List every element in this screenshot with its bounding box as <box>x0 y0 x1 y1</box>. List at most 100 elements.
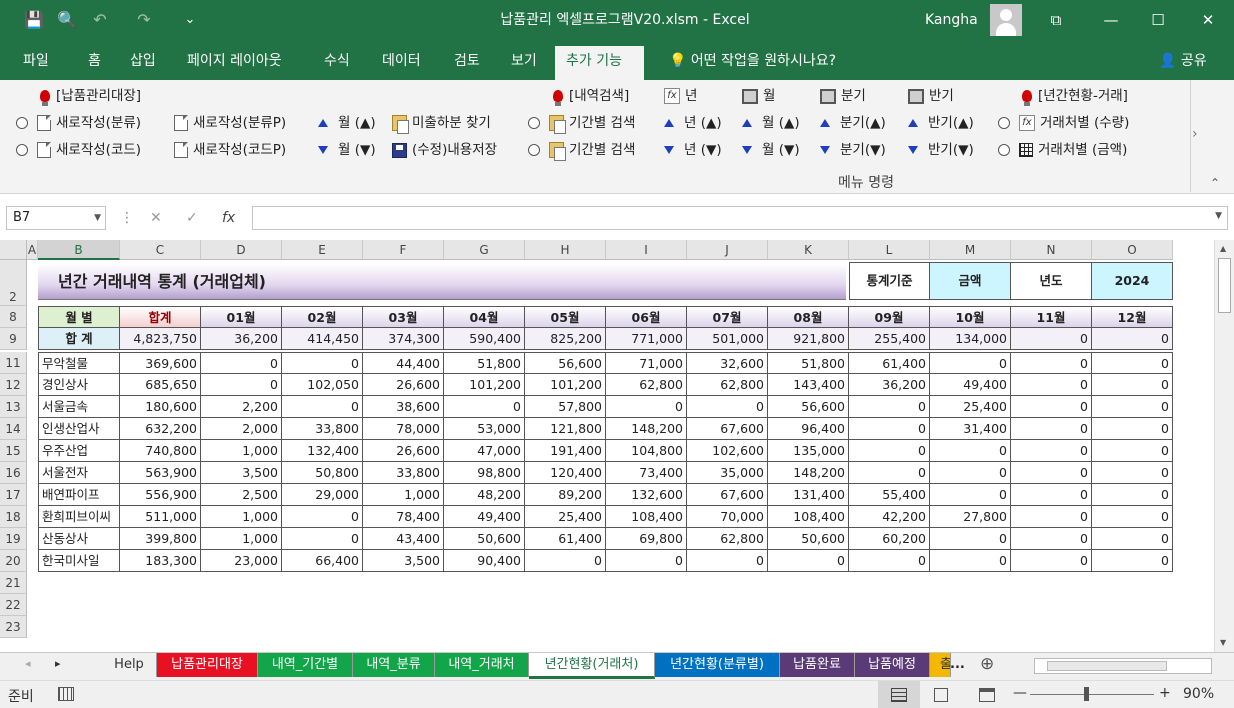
insert-function-icon[interactable]: fx <box>222 206 235 230</box>
vendor-month-value[interactable]: 25,400 <box>525 506 606 528</box>
vendor-month-value[interactable]: 70,000 <box>687 506 768 528</box>
vendor-month-value[interactable]: 0 <box>1011 506 1092 528</box>
save-edits-button[interactable]: (수정)내용저장 <box>392 139 497 161</box>
vendor-month-value[interactable]: 49,400 <box>930 374 1011 396</box>
vendor-month-value[interactable]: 23,000 <box>201 550 282 572</box>
vendor-month-value[interactable]: 101,200 <box>444 374 525 396</box>
chevron-down-icon[interactable]: ▼ <box>94 207 101 229</box>
half-button[interactable]: 반기 <box>908 85 954 107</box>
radio-icon[interactable] <box>998 117 1010 129</box>
column-header-a[interactable]: A <box>27 240 38 260</box>
vendor-month-value[interactable]: 55,400 <box>849 484 930 506</box>
tab-formulas[interactable]: 수식 <box>313 46 361 80</box>
vendor-month-value[interactable]: 0 <box>1011 484 1092 506</box>
vendor-month-value[interactable]: 44,400 <box>363 352 444 374</box>
vendor-month-value[interactable]: 89,200 <box>525 484 606 506</box>
vendor-month-value[interactable]: 25,400 <box>930 396 1011 418</box>
month-down-button-2[interactable]: 월 (▼) <box>742 139 800 161</box>
vendor-name[interactable]: 서울금속 <box>38 396 120 418</box>
column-header-g[interactable]: G <box>444 240 525 260</box>
vendor-month-value[interactable]: 27,800 <box>930 506 1011 528</box>
vendor-month-value[interactable]: 0 <box>849 550 930 572</box>
vendor-month-value[interactable]: 1,000 <box>201 440 282 462</box>
vendor-month-value[interactable]: 29,000 <box>282 484 363 506</box>
row-header-15[interactable]: 15 <box>0 440 27 462</box>
by-vendor-amount-button[interactable]: 거래처별 (금액) <box>998 139 1127 161</box>
undo-icon[interactable]: ↶ <box>88 8 112 32</box>
vendor-month-value[interactable]: 0 <box>282 396 363 418</box>
period-search-button-2[interactable]: 기간별 검색 <box>528 139 635 161</box>
row-header-8[interactable]: 8 <box>0 306 27 328</box>
column-header-h[interactable]: H <box>525 240 606 260</box>
tab-data[interactable]: 데이터 <box>371 46 432 80</box>
new-category-p-button[interactable]: 새로작성(분류P) <box>174 112 286 134</box>
radio-icon[interactable] <box>16 117 28 129</box>
user-name[interactable]: Kangha <box>925 0 978 40</box>
vendor-total[interactable]: 511,000 <box>120 506 201 528</box>
month-down-button[interactable]: 월 (▼) <box>318 139 376 161</box>
customize-qat-icon[interactable]: ⌄ <box>178 8 202 32</box>
radio-icon[interactable] <box>528 117 540 129</box>
vendor-month-value[interactable]: 108,400 <box>768 506 849 528</box>
vendor-month-value[interactable]: 90,400 <box>444 550 525 572</box>
vendor-month-value[interactable]: 73,400 <box>606 462 687 484</box>
vendor-month-value[interactable]: 148,200 <box>606 418 687 440</box>
tab-file[interactable]: 파일 <box>12 46 60 80</box>
vendor-month-value[interactable]: 0 <box>1092 396 1173 418</box>
share-button[interactable]: 👤 공유 <box>1148 46 1218 80</box>
month-up-button-2[interactable]: 월 (▲) <box>742 112 800 134</box>
vendor-month-value[interactable]: 98,800 <box>444 462 525 484</box>
vendor-total[interactable]: 369,600 <box>120 352 201 374</box>
vendor-month-value[interactable]: 101,200 <box>525 374 606 396</box>
sheet-tab[interactable]: 납품예정 <box>855 653 930 677</box>
vendor-month-value[interactable]: 0 <box>687 396 768 418</box>
vendor-month-value[interactable]: 33,800 <box>363 462 444 484</box>
row-header-23[interactable]: 23 <box>0 616 27 638</box>
zoom-out-button[interactable]: — <box>1013 685 1027 701</box>
vendor-name[interactable]: 환희피브이씨 <box>38 506 120 528</box>
radio-icon[interactable] <box>16 144 28 156</box>
delivery-ledger-header[interactable]: [납품관리대장] <box>40 85 141 107</box>
select-all-corner[interactable] <box>0 240 27 260</box>
vendor-month-value[interactable]: 0 <box>849 462 930 484</box>
tab-page-layout[interactable]: 페이지 레이아웃 <box>176 46 293 80</box>
vendor-month-value[interactable]: 102,600 <box>687 440 768 462</box>
column-header-e[interactable]: E <box>282 240 363 260</box>
vendor-month-value[interactable]: 108,400 <box>606 506 687 528</box>
quarter-up-button[interactable]: 분기(▲) <box>820 112 886 134</box>
row-header-18[interactable]: 18 <box>0 506 27 528</box>
column-header-l[interactable]: L <box>849 240 930 260</box>
avatar[interactable] <box>990 4 1022 36</box>
vendor-month-value[interactable]: 50,800 <box>282 462 363 484</box>
minimize-button[interactable]: — <box>1088 0 1134 40</box>
vendor-month-value[interactable]: 2,200 <box>201 396 282 418</box>
vendor-month-value[interactable]: 32,600 <box>687 352 768 374</box>
zoom-slider-thumb[interactable] <box>1084 687 1089 701</box>
vendor-month-value[interactable]: 0 <box>1011 462 1092 484</box>
vendor-month-value[interactable]: 0 <box>849 418 930 440</box>
row-header-21[interactable]: 21 <box>0 572 27 594</box>
quarter-down-button[interactable]: 분기(▼) <box>820 139 886 161</box>
column-header-i[interactable]: I <box>606 240 687 260</box>
vendor-name[interactable]: 산동상사 <box>38 528 120 550</box>
vendor-month-value[interactable]: 26,600 <box>363 440 444 462</box>
vendor-month-value[interactable]: 104,800 <box>606 440 687 462</box>
ribbon-display-options-button[interactable]: ⧉ <box>1033 0 1079 40</box>
vendor-month-value[interactable]: 56,600 <box>768 396 849 418</box>
vendor-month-value[interactable]: 2,500 <box>201 484 282 506</box>
scroll-up-icon[interactable]: ▲ <box>1220 244 1226 253</box>
half-down-button[interactable]: 반기(▼) <box>908 139 974 161</box>
month-view-button[interactable]: 월 <box>742 85 775 107</box>
vendor-month-value[interactable]: 0 <box>930 352 1011 374</box>
more-sheets-icon[interactable]: ... <box>950 657 965 672</box>
vendor-month-value[interactable]: 36,200 <box>849 374 930 396</box>
zoom-slider[interactable] <box>1030 694 1154 695</box>
vendor-total[interactable]: 563,900 <box>120 462 201 484</box>
vendor-month-value[interactable]: 0 <box>606 550 687 572</box>
history-search-header[interactable]: [내역검색] <box>553 85 629 107</box>
sheet-tab[interactable]: 내역_분류 <box>353 653 435 677</box>
vendor-month-value[interactable]: 0 <box>1092 484 1173 506</box>
vendor-month-value[interactable]: 0 <box>1092 462 1173 484</box>
new-code-p-button[interactable]: 새로작성(코드P) <box>174 139 286 161</box>
row-header-12[interactable]: 12 <box>0 374 27 396</box>
